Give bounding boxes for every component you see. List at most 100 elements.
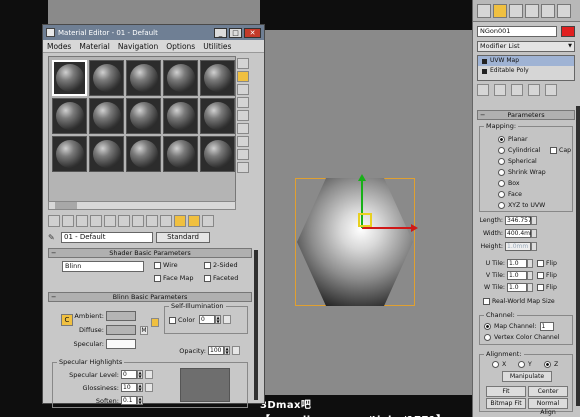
stack-item-editable-poly[interactable]: Editable Poly	[478, 66, 574, 76]
specular-level-value[interactable]: 0	[121, 370, 137, 379]
menu-navigation[interactable]: Navigation	[118, 42, 158, 51]
material-sample-slot[interactable]	[163, 60, 198, 96]
configure-modifier-sets-button[interactable]	[545, 84, 557, 96]
reset-map-button[interactable]	[90, 214, 102, 227]
manipulate-button[interactable]: Manipulate	[502, 371, 552, 382]
menu-utilities[interactable]: Utilities	[203, 42, 231, 51]
spinner-arrows-icon[interactable]	[531, 229, 537, 238]
make-unique-button[interactable]	[511, 84, 523, 96]
radio-button[interactable]	[498, 191, 505, 198]
assign-material-button[interactable]	[76, 214, 88, 227]
u-flip-checkbox[interactable]	[537, 260, 544, 267]
make-unique-button[interactable]	[104, 214, 116, 227]
close-button[interactable]: ✕	[244, 27, 261, 38]
ambient-color-swatch[interactable]	[106, 311, 136, 321]
maximize-button[interactable]: □	[229, 27, 242, 38]
material-sample-slot[interactable]	[126, 136, 161, 172]
radio-button[interactable]	[492, 361, 499, 368]
sample-uv-tiling-button[interactable]	[237, 97, 249, 108]
soften-value[interactable]: 0.1	[121, 396, 137, 405]
spinner-arrows-icon[interactable]: ▲ ▼	[215, 315, 221, 324]
spinner-arrows-icon[interactable]	[531, 242, 537, 251]
create-tab[interactable]	[477, 3, 491, 18]
modify-tab[interactable]	[493, 3, 507, 18]
spinner-arrows-icon[interactable]: ▲ ▼	[137, 383, 143, 392]
material-sample-slot[interactable]	[126, 98, 161, 134]
real-world-map-size-option[interactable]: Real-World Map Size	[483, 298, 555, 305]
spinner-arrows-icon[interactable]	[527, 283, 533, 292]
slots-horizontal-scrollbar[interactable]	[48, 201, 236, 210]
spinner-arrows-icon[interactable]	[527, 259, 533, 268]
video-color-check-button[interactable]	[237, 110, 249, 121]
material-sample-slot[interactable]	[163, 98, 198, 134]
radio-button[interactable]	[498, 169, 505, 176]
soften-spinner[interactable]: 0.1 ▲ ▼	[121, 396, 143, 405]
height-value[interactable]: 1.0mm	[505, 242, 531, 251]
radio-button[interactable]	[498, 147, 505, 154]
background-button[interactable]	[237, 84, 249, 95]
modifier-list-dropdown[interactable]: Modifier List ▼	[477, 41, 575, 52]
put-material-to-scene-button[interactable]	[62, 214, 74, 227]
opacity-value[interactable]: 100	[208, 346, 224, 355]
glossiness-map-button[interactable]	[145, 383, 153, 392]
select-by-material-button[interactable]	[237, 149, 249, 160]
spinner-arrows-icon[interactable]: ▲ ▼	[137, 396, 143, 405]
opacity-spinner[interactable]: 100 ▲ ▼	[208, 346, 240, 355]
face-map-checkbox[interactable]	[154, 274, 161, 282]
map-channel-option[interactable]: Map Channel: 1	[484, 322, 554, 331]
v-flip-checkbox[interactable]	[537, 272, 544, 279]
shader-type-dropdown[interactable]: Blinn	[62, 261, 144, 272]
radio-button[interactable]	[484, 334, 491, 341]
bulb-icon[interactable]	[482, 68, 487, 74]
normal-align-button[interactable]: Normal Align	[528, 398, 568, 416]
fit-button[interactable]: Fit	[486, 386, 526, 397]
material-sample-slot[interactable]	[200, 136, 235, 172]
two-sided-checkbox[interactable]	[204, 261, 211, 269]
radio-button[interactable]	[484, 323, 491, 330]
bulb-icon[interactable]	[482, 58, 487, 64]
glossiness-spinner[interactable]: 10 ▲ ▼	[121, 383, 153, 392]
material-sample-slot[interactable]	[126, 60, 161, 96]
backlight-button[interactable]	[237, 71, 249, 82]
specular-color-swatch[interactable]	[106, 339, 136, 349]
wire-checkbox[interactable]	[154, 261, 161, 269]
pick-material-button[interactable]	[202, 214, 214, 227]
spinner-arrows-icon[interactable]	[527, 271, 533, 280]
display-tab[interactable]	[541, 3, 555, 18]
remove-modifier-button[interactable]	[528, 84, 540, 96]
vertex-color-option[interactable]: Vertex Color Channel	[484, 334, 559, 341]
diffuse-map-button[interactable]: M	[140, 326, 148, 335]
face-map-option[interactable]: Face Map	[154, 274, 193, 282]
wire-option[interactable]: Wire	[154, 261, 178, 269]
material-sample-slot[interactable]	[52, 136, 87, 172]
material-editor-scrollbar[interactable]	[254, 250, 258, 400]
go-forward-sibling-button[interactable]	[188, 214, 200, 227]
diffuse-color-swatch[interactable]	[106, 325, 136, 335]
real-world-checkbox[interactable]	[483, 298, 490, 305]
v-tile-value[interactable]: 1.0	[507, 271, 527, 280]
diffuse-specular-lock-button[interactable]	[151, 318, 159, 327]
align-x-option[interactable]: X	[492, 361, 506, 368]
hierarchy-tab[interactable]	[509, 3, 523, 18]
menu-material[interactable]: Material	[79, 42, 109, 51]
get-material-button[interactable]	[48, 214, 60, 227]
xy-plane-gizmo[interactable]	[358, 213, 372, 227]
self-illum-map-button[interactable]	[223, 315, 231, 324]
material-sample-slot[interactable]	[200, 60, 235, 96]
material-sample-slot[interactable]	[163, 136, 198, 172]
faceted-option[interactable]: Faceted	[204, 274, 238, 282]
self-illum-spinner[interactable]: 0 ▲ ▼	[199, 315, 231, 324]
specular-level-map-button[interactable]	[145, 370, 153, 379]
width-value[interactable]: 400.4mm	[505, 229, 536, 238]
spinner-arrows-icon[interactable]: ▲ ▼	[137, 370, 143, 379]
two-sided-option[interactable]: 2-Sided	[204, 261, 238, 269]
w-tile-value[interactable]: 1.0	[507, 283, 527, 292]
w-flip-checkbox[interactable]	[537, 284, 544, 291]
material-sample-slot[interactable]	[200, 98, 235, 134]
command-panel-scrollbar[interactable]	[576, 106, 580, 406]
sample-type-button[interactable]	[237, 58, 249, 69]
mapping-option-cylindrical[interactable]: Cylindrical	[498, 147, 540, 154]
show-end-result-button[interactable]	[494, 84, 506, 96]
show-shaded-material-button[interactable]	[146, 214, 158, 227]
glossiness-value[interactable]: 10	[121, 383, 137, 392]
